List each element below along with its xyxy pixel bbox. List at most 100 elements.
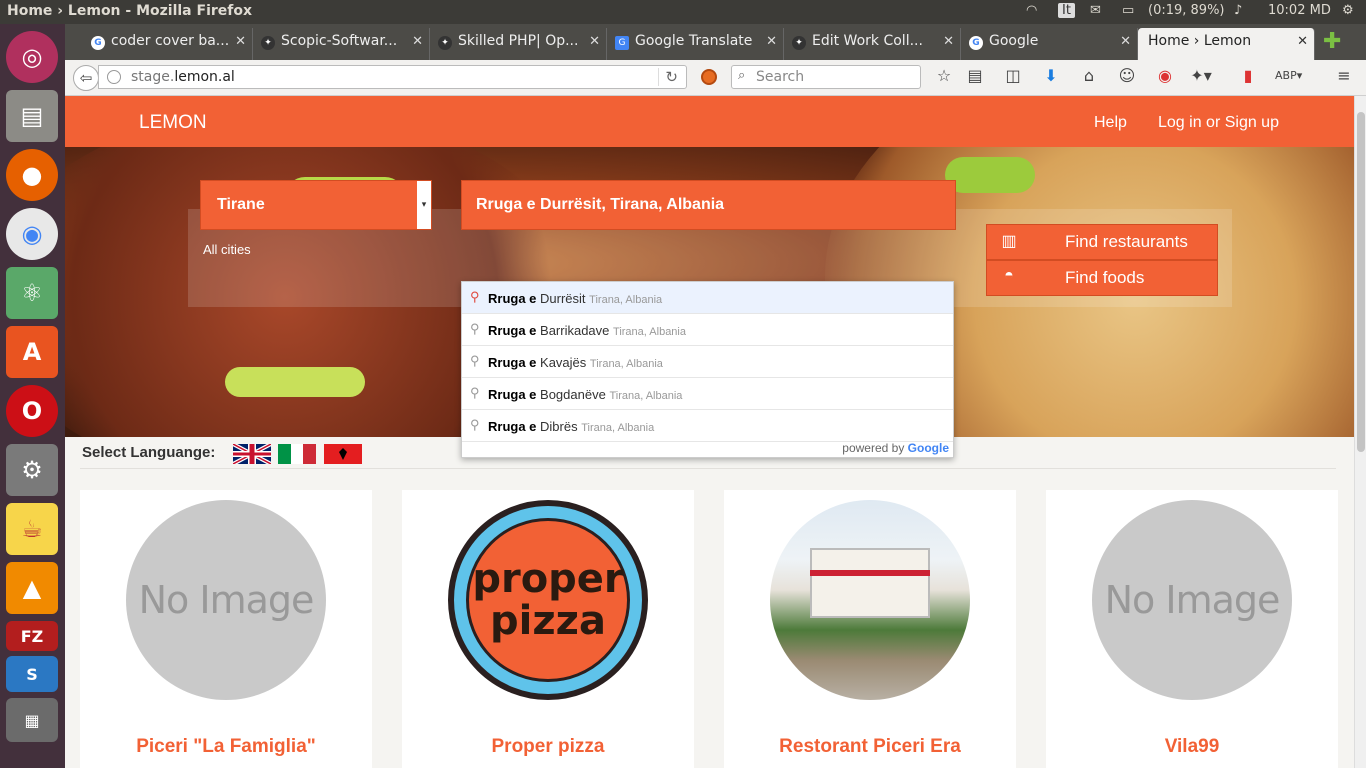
map-pin-icon: ⚲	[470, 417, 480, 432]
downloads-icon[interactable]: ⬇	[1040, 66, 1062, 85]
suggestion-item[interactable]: ⚲ Rruga e Durrësit Tirana, Albania	[462, 282, 953, 314]
filezilla-icon[interactable]: FZ	[6, 621, 58, 651]
dropdown-arrow-icon[interactable]: ▾	[417, 181, 431, 229]
os-top-panel: Home › Lemon - Mozilla Firefox ◠ It ✉ ▭ …	[0, 0, 1366, 24]
window-title: Home › Lemon - Mozilla Firefox	[7, 3, 252, 19]
suggestion-item[interactable]: ⚲ Rruga e Bogdanëve Tirana, Albania	[462, 378, 953, 410]
software-center-icon[interactable]: A	[6, 326, 58, 378]
files-icon[interactable]: ▤	[6, 90, 58, 142]
tab-scopic[interactable]: ✦ Scopic-Softwar... ✕	[253, 28, 430, 60]
close-tab-icon[interactable]: ✕	[1297, 34, 1308, 49]
suggestion-item[interactable]: ⚲ Rruga e Dibrës Tirana, Albania	[462, 410, 953, 442]
restaurant-card[interactable]: proper pizza Proper pizza	[402, 490, 694, 768]
login-signup-link[interactable]: Log in or Sign up	[1158, 114, 1279, 132]
find-restaurants-label: Find restaurants	[1065, 232, 1188, 251]
restaurant-card[interactable]: No Image Vila99	[1046, 490, 1338, 768]
autocomplete-dropdown: ⚲ Rruga e Durrësit Tirana, Albania ⚲ Rru…	[461, 281, 954, 458]
adblock-icon[interactable]: ABP▾	[1275, 69, 1302, 82]
suggestion-item[interactable]: ⚲ Rruga e Barrikadave Tirana, Albania	[462, 314, 953, 346]
italian-flag-icon[interactable]	[278, 444, 316, 464]
firefox-icon[interactable]: ●	[6, 149, 58, 201]
tab-label: Google	[989, 33, 1039, 49]
storefront-icon: ▥	[1001, 233, 1017, 250]
tab-skilled-php[interactable]: ✦ Skilled PHP| Op... ✕	[430, 28, 607, 60]
close-tab-icon[interactable]: ✕	[235, 34, 246, 49]
pocket-icon[interactable]: ◫	[1002, 66, 1024, 85]
pepper-topping	[945, 157, 1035, 193]
page-scrollbar[interactable]	[1354, 96, 1366, 768]
chrome-icon[interactable]: ◉	[6, 208, 58, 260]
all-cities-link[interactable]: All cities	[203, 242, 251, 257]
web-page: LEMON Help Log in or Sign up Tirane ▾ Al…	[65, 96, 1354, 768]
proper-pizza-logo: proper pizza	[448, 500, 648, 700]
teapot-icon[interactable]: ☕	[6, 503, 58, 555]
vlc-icon[interactable]: ▲	[6, 562, 58, 614]
restaurant-name[interactable]: Proper pizza	[402, 736, 694, 758]
close-tab-icon[interactable]: ✕	[1120, 34, 1131, 49]
powered-by-google: powered by Google	[842, 441, 949, 455]
restaurant-name[interactable]: Vila99	[1046, 736, 1338, 758]
restaurant-name[interactable]: Restorant Piceri Era	[724, 736, 1016, 758]
sublime-icon[interactable]: S	[6, 656, 58, 692]
back-button[interactable]: ⇦	[73, 65, 99, 91]
reload-icon[interactable]: ↻	[658, 68, 678, 86]
volume-icon[interactable]: ♪	[1234, 3, 1242, 18]
ninja-icon: ✦	[261, 36, 275, 50]
battery-extension-icon[interactable]: ▮	[1237, 66, 1259, 85]
albanian-flag-icon[interactable]	[324, 444, 362, 464]
url-bar[interactable]: stage.lemon.al ↻	[98, 65, 687, 89]
search-bar[interactable]: ⌕ Search	[731, 65, 921, 89]
close-tab-icon[interactable]: ✕	[943, 34, 954, 49]
tab-google-translate[interactable]: G Google Translate ✕	[607, 28, 784, 60]
basketball-extension-icon[interactable]	[701, 69, 717, 85]
restaurant-name[interactable]: Piceri "La Famiglia"	[80, 736, 372, 758]
scrollbar-thumb[interactable]	[1357, 112, 1365, 452]
home-icon[interactable]: ⌂	[1078, 66, 1100, 85]
bookmark-star-icon[interactable]: ☆	[933, 66, 955, 85]
ninja-extension-icon[interactable]: ✦▾	[1190, 66, 1212, 85]
opera-icon[interactable]: O	[6, 385, 58, 437]
system-settings-icon[interactable]: ⚙	[6, 444, 58, 496]
tab-coder-cover[interactable]: G coder cover ba... ✕	[83, 28, 253, 60]
map-pin-icon: ⚲	[470, 385, 480, 400]
tab-label: Skilled PHP| Op...	[458, 33, 579, 49]
find-foods-button[interactable]: ◓ Find foods	[986, 260, 1218, 296]
reading-list-icon[interactable]: ▤	[964, 66, 986, 85]
ubuntu-dash-icon[interactable]: ◎	[6, 31, 58, 83]
tab-label: Google Translate	[635, 33, 753, 49]
ninja-icon: ✦	[792, 36, 806, 50]
new-tab-icon[interactable]: ✚	[1323, 29, 1341, 54]
clock[interactable]: 10:02 MD	[1268, 3, 1331, 18]
city-value: Tirane	[217, 196, 265, 213]
city-select[interactable]: Tirane ▾	[200, 180, 432, 230]
colorzilla-icon[interactable]: ◉	[1154, 66, 1176, 85]
scanner-icon[interactable]: ▦	[6, 698, 58, 742]
mail-icon[interactable]: ✉	[1090, 3, 1101, 18]
unity-launcher: ◎ ▤ ● ◉ ⚛ A O ⚙ ☕ ▲ FZ S ▦	[0, 24, 65, 768]
suggestion-item[interactable]: ⚲ Rruga e Kavajës Tirana, Albania	[462, 346, 953, 378]
close-tab-icon[interactable]: ✕	[766, 34, 777, 49]
google-icon: G	[91, 36, 105, 50]
tab-home-lemon[interactable]: Home › Lemon ✕	[1138, 28, 1315, 60]
tab-edit-work[interactable]: ✦ Edit Work Coll... ✕	[784, 28, 961, 60]
restaurant-card[interactable]: Restorant Piceri Era	[724, 490, 1016, 768]
pepper-topping	[225, 367, 365, 397]
wifi-icon[interactable]: ◠	[1026, 3, 1037, 18]
url-text: stage.lemon.al	[131, 69, 235, 85]
english-flag-icon[interactable]	[233, 444, 271, 464]
address-input[interactable]: Rruga e Durrësit, Tirana, Albania	[461, 180, 956, 230]
help-link[interactable]: Help	[1094, 114, 1127, 132]
menu-icon[interactable]: ≡	[1333, 66, 1355, 85]
power-icon[interactable]: ⚙	[1342, 3, 1354, 18]
keyboard-layout-indicator[interactable]: It	[1058, 3, 1075, 18]
battery-icon[interactable]: ▭	[1122, 3, 1134, 18]
search-placeholder: Search	[756, 69, 805, 85]
restaurant-card[interactable]: No Image Piceri "La Famiglia"	[80, 490, 372, 768]
tab-google[interactable]: G Google ✕	[961, 28, 1138, 60]
close-tab-icon[interactable]: ✕	[412, 34, 423, 49]
find-restaurants-button[interactable]: ▥ Find restaurants	[986, 224, 1218, 260]
chat-icon[interactable]: ☺	[1116, 66, 1138, 85]
atom-icon[interactable]: ⚛	[6, 267, 58, 319]
close-tab-icon[interactable]: ✕	[589, 34, 600, 49]
site-logo[interactable]: LEMON	[139, 112, 207, 134]
